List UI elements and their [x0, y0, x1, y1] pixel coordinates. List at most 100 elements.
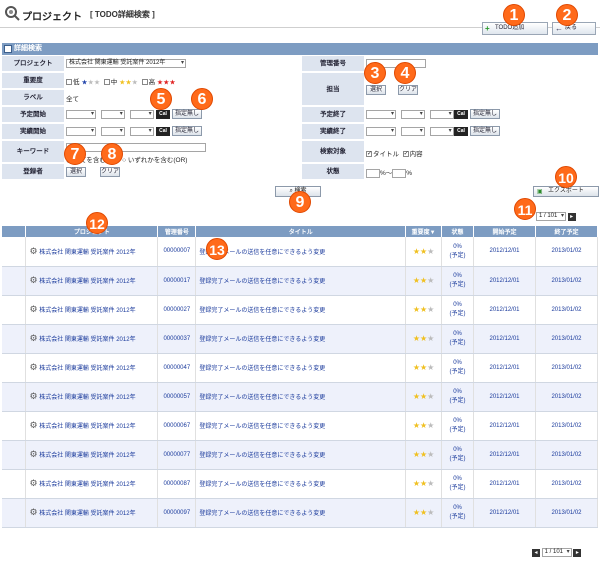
label-value[interactable]: 全て — [66, 93, 79, 103]
back-button[interactable]: ← 戻る — [552, 22, 596, 35]
calendar-button[interactable]: Cal — [156, 110, 170, 119]
prev-page-icon[interactable]: ◂ — [532, 548, 540, 557]
col-header-importance[interactable]: 重要度▼ — [405, 226, 443, 237]
imp-mid-checkbox[interactable] — [103, 79, 110, 86]
keyword-input[interactable] — [66, 143, 206, 152]
table-row[interactable]: ⚙ 株式会社 関東運輸 受託案件 2012年 00000047 登録完了メールの送信… — [2, 353, 599, 383]
manage-no-link[interactable]: 00000057 — [163, 394, 190, 400]
project-cell: ⚙ 株式会社 関東運輸 受託案件 2012年 — [25, 469, 159, 499]
table-row[interactable]: ⚙ 株式会社 関東運輸 受託案件 2012年 00000067 登録完了メールの送信… — [2, 411, 599, 441]
status-from-input[interactable] — [366, 168, 380, 178]
month-select[interactable] — [100, 127, 125, 136]
target-title-checkbox[interactable] — [366, 150, 372, 158]
manage-no-link[interactable]: 00000097 — [163, 510, 190, 516]
no-cell: 00000047 — [157, 353, 197, 383]
target-content-checkbox[interactable] — [402, 150, 409, 158]
table-row[interactable]: ⚙ 株式会社 関東運輸 受託案件 2012年 00000077 登録完了メールの送信… — [2, 440, 599, 470]
project-link[interactable]: 株式会社 関東運輸 受託案件 2012年 — [39, 482, 135, 488]
table-row[interactable]: ⚙ 株式会社 関東運輸 受託案件 2012年 00000097 登録完了メールの送信… — [2, 498, 599, 528]
calendar-button[interactable]: Cal — [156, 127, 170, 136]
registrant-select-button[interactable]: 選択 — [66, 167, 86, 177]
table-row[interactable]: ⚙ 株式会社 関東運輸 受託案件 2012年 00000027 登録完了メールの送信… — [2, 295, 599, 325]
no-cell: 00000077 — [157, 440, 197, 470]
project-link[interactable]: 株式会社 関東運輸 受託案件 2012年 — [39, 511, 135, 517]
title-link[interactable]: 登録完了メールの送信を任意にできるよう変更 — [199, 482, 325, 488]
month-select[interactable] — [400, 127, 425, 136]
page-select[interactable]: 1 / 101 — [541, 548, 572, 557]
project-link[interactable]: 株式会社 関東運輸 受託案件 2012年 — [39, 250, 135, 256]
title-link[interactable]: 登録完了メールの送信を任意にできるよう変更 — [199, 424, 325, 430]
start-cell: 2012/12/01 — [473, 498, 536, 528]
project-link[interactable]: 株式会社 関東運輸 受託案件 2012年 — [39, 453, 135, 459]
year-select[interactable] — [366, 110, 396, 119]
next-page-icon[interactable]: ▸ — [573, 548, 582, 557]
registrant-clear-button[interactable]: クリア — [100, 167, 120, 177]
title-link[interactable]: 登録完了メールの送信を任意にできるよう変更 — [199, 279, 325, 285]
status-cell: 0% (予定) — [441, 353, 475, 383]
title-link[interactable]: 登録完了メールの送信を任意にできるよう変更 — [199, 395, 325, 401]
project-cell: ⚙ 株式会社 関東運輸 受託案件 2012年 — [25, 498, 159, 528]
table-row[interactable]: ⚙ 株式会社 関東運輸 受託案件 2012年 00000037 登録完了メールの送信… — [2, 324, 599, 354]
title-link[interactable]: 登録完了メールの送信を任意にできるよう変更 — [199, 366, 325, 372]
day-select[interactable] — [129, 110, 154, 119]
manage-no-link[interactable]: 00000007 — [163, 248, 190, 254]
imp-low-checkbox[interactable] — [66, 79, 72, 86]
star-icon: ★ — [427, 305, 435, 314]
status-cell: 0% (予定) — [441, 440, 475, 470]
start-cell: 2012/12/01 — [473, 411, 536, 441]
table-row[interactable]: ⚙ 株式会社 関東運輸 受託案件 2012年 00000007 登録完了メールの送信… — [2, 237, 599, 267]
status-cell: 0% (予定) — [441, 266, 475, 296]
day-select[interactable] — [129, 127, 154, 136]
assignee-select-button[interactable]: 選択 — [366, 85, 386, 95]
pager-bottom: ◂ 1 / 101 ▸ — [532, 548, 582, 557]
next-page-icon[interactable]: ▸ — [567, 212, 576, 221]
manage-no-link[interactable]: 00000047 — [163, 365, 190, 371]
project-cell: ⚙ 株式会社 関東運輸 受託案件 2012年 — [25, 353, 159, 383]
title-link[interactable]: 登録完了メールの送信を任意にできるよう変更 — [199, 453, 325, 459]
status-to-input[interactable] — [392, 168, 407, 178]
page-select[interactable]: 1 / 101 — [536, 212, 566, 221]
table-row[interactable]: ⚙ 株式会社 関東運輸 受託案件 2012年 00000057 登録完了メールの送信… — [2, 382, 599, 412]
title-link[interactable]: 登録完了メールの送信を任意にできるよう変更 — [199, 308, 325, 314]
sched-start-label: 予定開始 — [2, 107, 64, 123]
manage-no-link[interactable]: 00000087 — [163, 481, 190, 487]
no-date-button[interactable]: 指定無し — [172, 126, 202, 136]
project-link[interactable]: 株式会社 関東運輸 受託案件 2012年 — [39, 366, 135, 372]
assignee-clear-button[interactable]: クリア — [398, 85, 418, 95]
title-link[interactable]: 登録完了メールの送信を任意にできるよう変更 — [199, 337, 325, 343]
kw-any-radio[interactable]: ○ — [122, 157, 126, 164]
manage-no-label: 管理番号 — [302, 56, 364, 72]
project-select[interactable]: 株式会社 関東運輸 受託案件 2012年 — [66, 59, 186, 68]
title-cell: 登録完了メールの送信を任意にできるよう変更 — [195, 353, 407, 383]
manage-no-link[interactable]: 00000027 — [163, 307, 190, 313]
table-row[interactable]: ⚙ 株式会社 関東運輸 受託案件 2012年 00000017 登録完了メールの送信… — [2, 266, 599, 296]
no-date-button[interactable]: 指定無し — [470, 109, 500, 119]
manage-no-link[interactable]: 00000067 — [163, 423, 190, 429]
year-select[interactable] — [66, 127, 96, 136]
manage-no-link[interactable]: 00000017 — [163, 278, 190, 284]
project-link[interactable]: 株式会社 関東運輸 受託案件 2012年 — [39, 337, 135, 343]
manage-no-link[interactable]: 00000037 — [163, 336, 190, 342]
calendar-button[interactable]: Cal — [454, 110, 468, 119]
project-link[interactable]: 株式会社 関東運輸 受託案件 2012年 — [39, 424, 135, 430]
calendar-button[interactable]: Cal — [454, 127, 468, 136]
title-link[interactable]: 登録完了メールの送信を任意にできるよう変更 — [199, 511, 325, 517]
imp-high-checkbox[interactable] — [141, 79, 148, 86]
year-select[interactable] — [366, 127, 396, 136]
day-select[interactable] — [429, 110, 454, 119]
project-link[interactable]: 株式会社 関東運輸 受託案件 2012年 — [39, 279, 135, 285]
month-select[interactable] — [100, 110, 125, 119]
no-date-button[interactable]: 指定無し — [470, 126, 500, 136]
star-icon: ★ — [427, 334, 435, 343]
day-select[interactable] — [429, 127, 454, 136]
no-date-button[interactable]: 指定無し — [172, 109, 202, 119]
manage-no-link[interactable]: 00000077 — [163, 452, 190, 458]
table-row[interactable]: ⚙ 株式会社 関東運輸 受託案件 2012年 00000087 登録完了メールの送信… — [2, 469, 599, 499]
end-cell: 2013/01/02 — [535, 440, 599, 470]
project-link[interactable]: 株式会社 関東運輸 受託案件 2012年 — [39, 308, 135, 314]
project-link[interactable]: 株式会社 関東運輸 受託案件 2012年 — [39, 395, 135, 401]
importance-cell: ★★★ — [405, 440, 443, 470]
year-select[interactable] — [66, 110, 96, 119]
plus-icon: + — [485, 24, 490, 33]
month-select[interactable] — [400, 110, 425, 119]
